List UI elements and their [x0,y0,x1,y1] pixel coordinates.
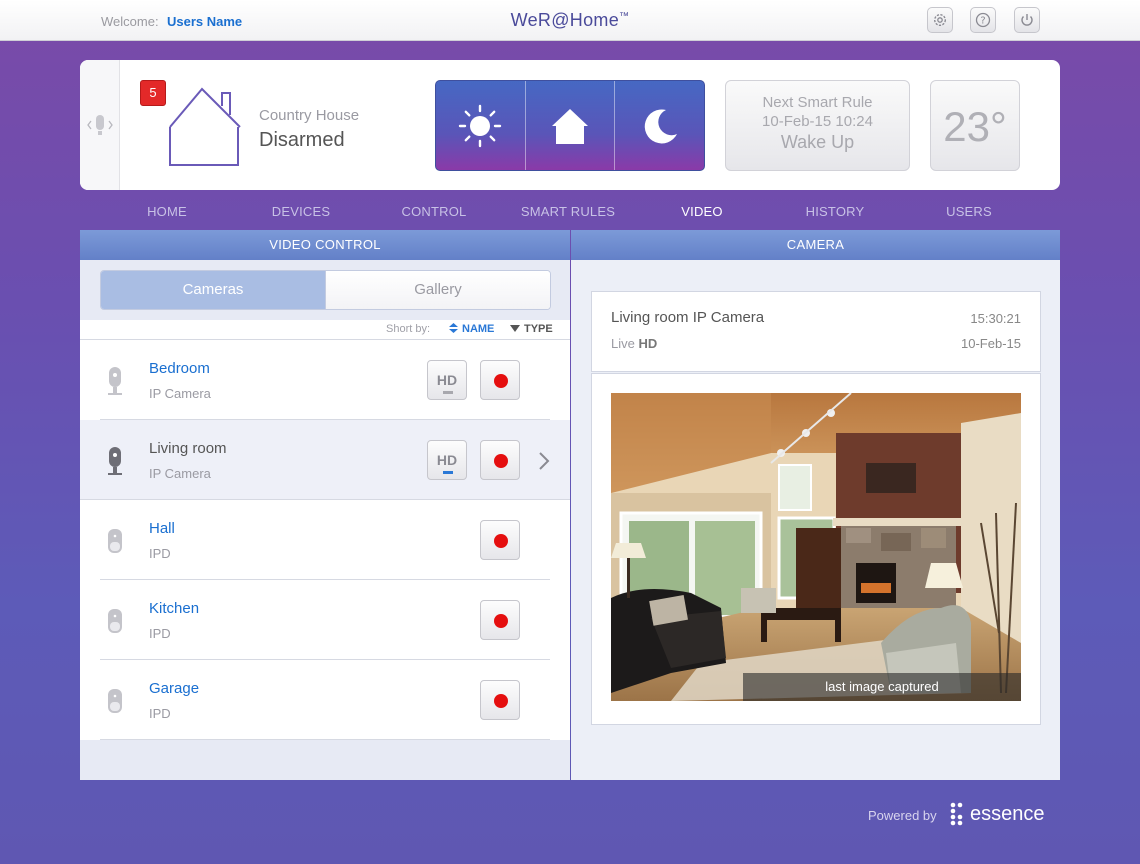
camera-view: last image captured [591,373,1041,725]
device-type: IP Camera [149,386,211,401]
next-smart-rule[interactable]: Next Smart Rule 10-Feb-15 10:24 Wake Up [725,80,910,171]
video-control-panel: VIDEO CONTROL Cameras Gallery Short by: … [80,230,570,780]
status-card: 5 Country House Disarmed Next Smart Rule… [80,60,1060,190]
record-button[interactable] [480,440,520,480]
chevron-right-icon [539,452,550,470]
settings-icon [933,13,947,27]
record-icon [494,614,508,628]
record-icon [494,694,508,708]
main-nav: HOME DEVICES CONTROL SMART RULES VIDEO H… [100,204,1040,222]
device-name: Bedroom [149,360,210,377]
record-button[interactable] [480,360,520,400]
home-mode-button[interactable] [526,81,616,170]
device-row-hall[interactable]: Hall IPD [80,500,570,580]
sort-updown-icon [449,323,458,333]
power-button[interactable] [1014,7,1040,33]
nav-users[interactable]: USERS [946,204,992,219]
location-name: Country House [259,107,360,124]
nav-video[interactable]: VIDEO [681,204,722,219]
ipd-sensor-icon [108,609,122,633]
sort-down-icon [510,325,520,332]
device-type: IPD [149,706,171,721]
day-mode-button[interactable] [436,81,526,170]
camera-snapshot[interactable]: last image captured [611,393,1021,701]
nav-history[interactable]: HISTORY [806,204,865,219]
essence-logo-icon [950,802,963,826]
camera-name: Living room IP Camera [611,309,765,326]
device-name: Kitchen [149,600,200,617]
view-toggle: Cameras Gallery [100,270,551,310]
ipd-sensor-icon [108,529,122,553]
house-icon [169,87,241,166]
record-icon [494,374,508,388]
device-type: IPD [149,626,171,641]
temperature-display: 23° [930,80,1020,171]
hd-toggle-button[interactable]: HD [427,440,467,480]
svg-text:?: ? [980,16,985,27]
hd-toggle-button[interactable]: HD [427,360,467,400]
power-icon [1021,14,1033,26]
record-button[interactable] [480,520,520,560]
tab-gallery[interactable]: Gallery [325,271,550,309]
arm-state: Disarmed [259,129,345,151]
sort-label: Short by: [386,323,431,335]
sort-by-name[interactable]: NAME [449,323,494,335]
nav-smart-rules[interactable]: SMART RULES [521,204,615,219]
snapshot-caption: last image captured [743,673,1021,701]
divider [100,739,550,740]
powered-by-label: Powered by [868,808,937,823]
nav-control[interactable]: CONTROL [402,204,467,219]
location-switcher[interactable] [80,60,120,190]
video-control-title: VIDEO CONTROL [80,230,570,260]
hd-indicator [443,391,453,394]
device-name: Living room [149,440,227,457]
record-icon [494,454,508,468]
device-row-kitchen[interactable]: Kitchen IPD [80,580,570,660]
camera-time: 15:30:21 [970,311,1021,326]
tab-cameras[interactable]: Cameras [101,271,325,309]
help-button[interactable]: ? [970,7,996,33]
device-list: Bedroom IP Camera HD Living room IP Came… [80,340,570,740]
ip-camera-icon [108,367,122,395]
sort-by-type[interactable]: TYPE [510,323,553,335]
camera-date: 10-Feb-15 [961,336,1021,351]
record-icon [494,534,508,548]
top-bar: Welcome: Users Name WeR@Home™ ? [0,0,1140,41]
app-title: WeR@Home™ [510,10,630,30]
ip-camera-icon [108,447,122,475]
nav-home[interactable]: HOME [147,204,187,219]
mode-selector [435,80,705,171]
next-rule-name: Wake Up [780,132,855,152]
device-row-garage[interactable]: Garage IPD [80,660,570,740]
next-rule-title: Next Smart Rule [762,94,873,111]
essence-logo: essence [950,802,1045,826]
camera-live-status: Live HD [611,336,658,351]
device-name: Garage [149,680,200,697]
camera-panel: CAMERA Living room IP Camera 15:30:21 Li… [571,230,1060,780]
device-row-living-room[interactable]: Living room IP Camera HD [80,420,570,500]
record-button[interactable] [480,600,520,640]
device-type: IPD [149,546,171,561]
next-rule-time: 10-Feb-15 10:24 [762,113,873,130]
home-icon [552,108,588,144]
device-row-bedroom[interactable]: Bedroom IP Camera HD [80,340,570,420]
swipe-handle-icon [86,115,113,135]
device-name: Hall [149,520,175,537]
nav-devices[interactable]: DEVICES [272,204,330,219]
night-mode-button[interactable] [615,81,704,170]
help-icon: ? [975,12,991,28]
essence-brand: essence [970,802,1045,825]
camera-title: CAMERA [571,230,1060,260]
sort-bar: Short by: NAME TYPE [80,320,570,340]
device-type: IP Camera [149,466,211,481]
living-room-image [611,393,1021,701]
ipd-sensor-icon [108,689,122,713]
settings-button[interactable] [927,7,953,33]
hd-indicator [443,471,453,474]
moon-icon [644,108,677,143]
record-button[interactable] [480,680,520,720]
camera-info: Living room IP Camera 15:30:21 Live HD 1… [591,291,1041,372]
sun-icon [459,104,502,147]
